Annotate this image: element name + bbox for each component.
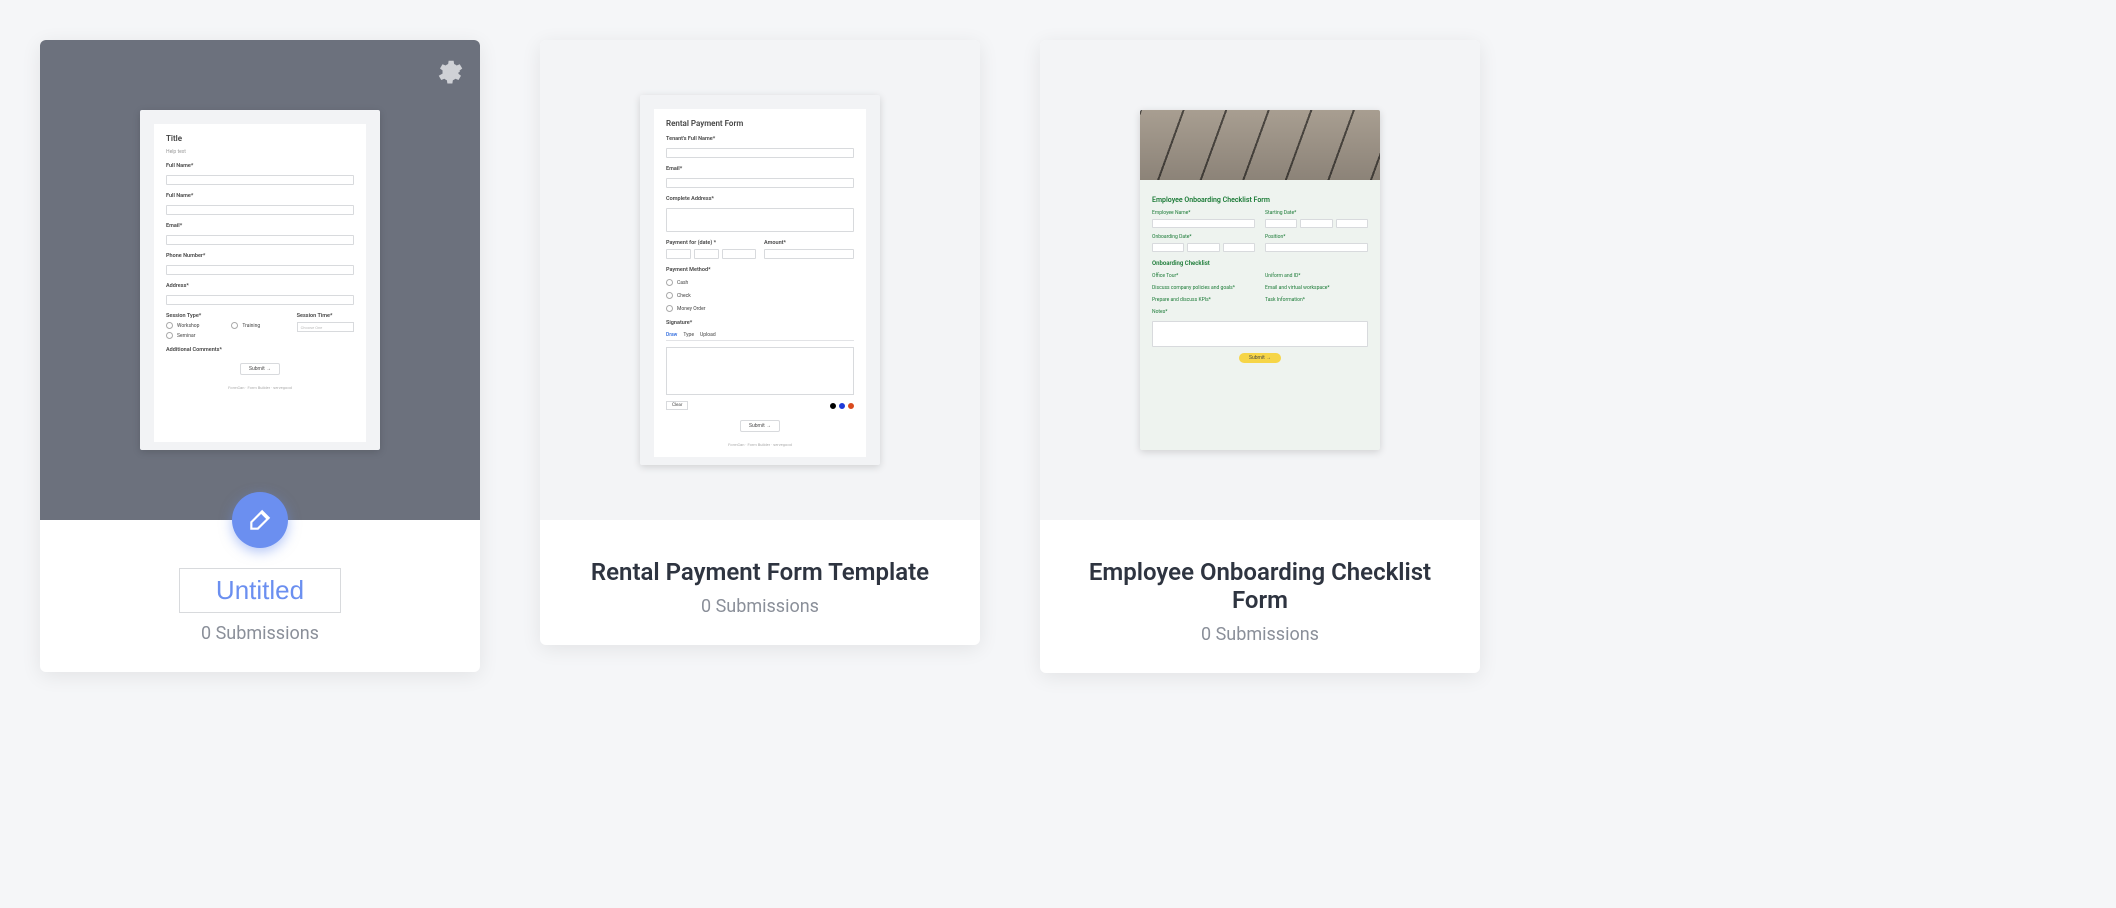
thumb-field-label: Additional Comments* <box>166 347 354 353</box>
thumb-radio: Money Order <box>666 305 854 312</box>
thumb-checklist-item: Prepare and discuss KPIs* <box>1152 297 1255 303</box>
thumb-field-label: Starting Date* <box>1265 210 1368 216</box>
thumb-date-mm <box>1265 219 1297 228</box>
thumb-date-mm <box>1152 243 1184 252</box>
form-preview-area: Title Help text Full Name* Full Name* Em… <box>40 40 480 520</box>
thumb-footer: FormCan · Form Builder · servegood <box>166 385 354 390</box>
thumb-input <box>666 148 854 158</box>
edit-form-button[interactable] <box>232 492 288 548</box>
thumb-field-label: Position* <box>1265 234 1368 240</box>
thumb-date-mm <box>666 249 691 259</box>
sig-tab-type: Type <box>683 332 694 338</box>
form-card[interactable]: Rental Payment Form Tenant's Full Name* … <box>540 40 980 645</box>
thumb-field-label: Payment for (date) * <box>666 240 756 246</box>
thumb-input <box>666 178 854 188</box>
thumb-field-label: Signature* <box>666 320 854 326</box>
submissions-count: 0 Submissions <box>1201 624 1319 645</box>
gear-icon <box>433 57 463 87</box>
thumb-field-label: Full Name* <box>166 163 354 169</box>
edit-icon <box>247 507 273 533</box>
card-footer: Employee Onboarding Checklist Form 0 Sub… <box>1040 520 1480 673</box>
thumb-input <box>1152 219 1255 228</box>
thumb-field-label: Session Type* <box>166 313 223 319</box>
form-title-input[interactable] <box>200 575 320 606</box>
thumb-input <box>166 175 354 185</box>
thumb-input <box>1265 243 1368 252</box>
thumb-radio: Workshop <box>166 322 223 329</box>
thumb-field-label: Amount* <box>764 240 854 246</box>
thumb-checklist-item: Office Tour* <box>1152 273 1255 279</box>
thumb-footer: FormCan · Form Builder · servegood <box>666 442 854 447</box>
form-thumbnail: Title Help text Full Name* Full Name* Em… <box>140 110 380 450</box>
thumb-date-yyyy <box>1336 219 1368 228</box>
thumb-field-label: Employee Name* <box>1152 210 1255 216</box>
thumb-textarea <box>1152 321 1368 347</box>
thumb-field-label: Email* <box>666 166 854 172</box>
submissions-count: 0 Submissions <box>201 623 319 644</box>
signature-clear: Clear <box>666 401 688 410</box>
thumb-input <box>166 205 354 215</box>
thumb-input <box>166 265 354 275</box>
thumb-date-yyyy <box>1223 243 1255 252</box>
signature-pad <box>666 347 854 395</box>
thumb-heading: Rental Payment Form <box>666 119 854 128</box>
thumb-textarea <box>666 208 854 232</box>
signature-tabs: Draw Type Upload <box>666 332 854 341</box>
thumb-submit: Submit → <box>240 363 280 375</box>
thumb-field-label: Tenant's Full Name* <box>666 136 854 142</box>
thumb-date-yyyy <box>722 249 756 259</box>
thumb-checklist-item: Email and virtual workspace* <box>1265 285 1368 291</box>
form-cards-row: Title Help text Full Name* Full Name* Em… <box>40 40 2076 673</box>
thumb-heading: Employee Onboarding Checklist Form <box>1152 196 1368 204</box>
thumb-radio: Seminar <box>166 332 223 339</box>
thumb-checklist-item: Uniform and ID* <box>1265 273 1368 279</box>
thumb-checklist-item: Task Information* <box>1265 297 1368 303</box>
form-title: Employee Onboarding Checklist Form <box>1060 558 1460 614</box>
thumb-checklist-item: Discuss company policies and goals* <box>1152 285 1255 291</box>
form-card[interactable]: Title Help text Full Name* Full Name* Em… <box>40 40 480 672</box>
thumb-field-label: Payment Method* <box>666 267 854 273</box>
thumb-field-label: Onboarding Date* <box>1152 234 1255 240</box>
thumb-help: Help text <box>166 149 354 155</box>
form-preview-area: Employee Onboarding Checklist Form Emplo… <box>1040 40 1480 520</box>
thumb-field-label: Email* <box>166 223 354 229</box>
form-thumbnail: Employee Onboarding Checklist Form Emplo… <box>1140 110 1380 450</box>
thumb-hero-image <box>1140 110 1380 180</box>
color-swatch-black <box>830 403 836 409</box>
thumb-field-label: Session Time* <box>297 313 354 319</box>
thumb-field-label: Address* <box>166 283 354 289</box>
thumb-section-heading: Onboarding Checklist <box>1152 260 1368 267</box>
form-title: Rental Payment Form Template <box>591 558 929 586</box>
thumb-date-dd <box>694 249 719 259</box>
thumb-submit: Submit → <box>1239 353 1281 363</box>
thumb-date-dd <box>1300 219 1332 228</box>
thumb-select: Choose One <box>297 322 354 332</box>
thumb-input <box>166 295 354 305</box>
sig-tab-draw: Draw <box>666 332 677 338</box>
thumb-field-label: Notes* <box>1152 309 1368 315</box>
thumb-radio: Check <box>666 292 854 299</box>
form-title-input-wrap[interactable] <box>179 568 341 613</box>
thumb-date-dd <box>1187 243 1219 252</box>
thumb-field-label: Phone Number* <box>166 253 354 259</box>
submissions-count: 0 Submissions <box>701 596 819 617</box>
thumb-radio: Training <box>231 322 288 329</box>
card-footer: Rental Payment Form Template 0 Submissio… <box>540 520 980 645</box>
thumb-input <box>166 235 354 245</box>
form-thumbnail: Rental Payment Form Tenant's Full Name* … <box>640 95 880 465</box>
sig-tab-upload: Upload <box>700 332 716 338</box>
thumb-field-label: Complete Address* <box>666 196 854 202</box>
color-swatch-red <box>848 403 854 409</box>
signature-colors <box>830 403 854 409</box>
form-preview-area: Rental Payment Form Tenant's Full Name* … <box>540 40 980 520</box>
color-swatch-blue <box>839 403 845 409</box>
thumb-radio: Cash <box>666 279 854 286</box>
thumb-submit: Submit → <box>740 420 780 432</box>
thumb-field-label: Full Name* <box>166 193 354 199</box>
thumb-heading: Title <box>166 134 354 143</box>
form-card[interactable]: Employee Onboarding Checklist Form Emplo… <box>1040 40 1480 673</box>
thumb-input <box>764 249 854 259</box>
settings-button[interactable] <box>430 54 466 90</box>
